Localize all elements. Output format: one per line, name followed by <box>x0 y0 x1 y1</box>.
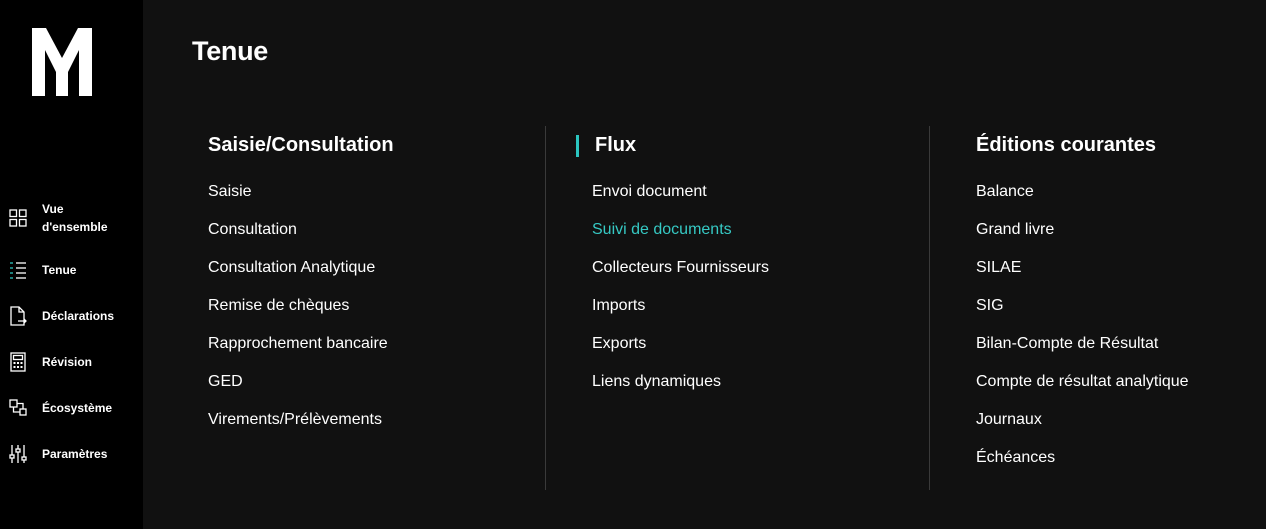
ecosystem-icon <box>8 398 28 418</box>
grid-icon <box>8 208 28 228</box>
menu-link-suivi-documents[interactable]: Suivi de documents <box>592 220 732 240</box>
sidebar-item-label: d'ensemble <box>42 220 108 234</box>
sidebar-item-label: Déclarations <box>42 309 115 323</box>
menu-link-imports[interactable]: Imports <box>592 296 645 316</box>
list-icon <box>8 260 28 280</box>
menu-link-journaux[interactable]: Journaux <box>976 410 1042 430</box>
sidebar-item-ecosysteme[interactable]: Écosystème <box>0 398 143 418</box>
sidebar-item-declarations[interactable]: Déclarations <box>0 306 143 326</box>
menu-link-echeances[interactable]: Échéances <box>976 448 1055 468</box>
column-divider <box>545 126 546 490</box>
sidebar-item-label: Vue <box>42 202 64 216</box>
menu-link-consultation[interactable]: Consultation <box>208 220 297 240</box>
menu-link-grand-livre[interactable]: Grand livre <box>976 220 1054 240</box>
column-heading: Flux <box>595 134 637 156</box>
m-logo-icon[interactable] <box>32 28 92 96</box>
sidebar-item-vue-ensemble[interactable]: Vue d'ensemble <box>0 200 143 236</box>
calculator-icon <box>8 352 28 372</box>
sidebar-item-label: Paramètres <box>42 447 108 461</box>
sidebar-item-revision[interactable]: Révision <box>0 352 143 372</box>
menu-link-balance[interactable]: Balance <box>976 182 1034 202</box>
menu-link-compte-resultat-analytique[interactable]: Compte de résultat analytique <box>976 372 1189 392</box>
menu-link-collecteurs-fournisseurs[interactable]: Collecteurs Fournisseurs <box>592 258 769 278</box>
menu-link-envoi-document[interactable]: Envoi document <box>592 182 707 202</box>
menu-link-consultation-analytique[interactable]: Consultation Analytique <box>208 258 375 278</box>
menu-link-virements-prelevements[interactable]: Virements/Prélèvements <box>208 410 382 430</box>
menu-link-exports[interactable]: Exports <box>592 334 646 354</box>
menu-link-saisie[interactable]: Saisie <box>208 182 252 202</box>
menu-link-remise-cheques[interactable]: Remise de chèques <box>208 296 349 316</box>
sidebar-item-label: Tenue <box>42 263 77 277</box>
document-arrow-icon <box>8 306 28 326</box>
menu-link-liens-dynamiques[interactable]: Liens dynamiques <box>592 372 721 392</box>
menu-link-sig[interactable]: SIG <box>976 296 1004 316</box>
menu-link-ged[interactable]: GED <box>208 372 243 392</box>
sidebar-item-label: Écosystème <box>42 401 113 415</box>
sidebar-item-parametres[interactable]: Paramètres <box>0 444 143 464</box>
active-column-indicator <box>576 135 579 157</box>
tenue-menu-overlay: Tenue Saisie/Consultation Saisie Consult… <box>143 0 1266 529</box>
menu-link-silae[interactable]: SILAE <box>976 258 1021 278</box>
menu-link-rapprochement-bancaire[interactable]: Rapprochement bancaire <box>208 334 388 354</box>
column-divider <box>929 126 930 490</box>
menu-link-bilan-compte-resultat[interactable]: Bilan-Compte de Résultat <box>976 334 1158 354</box>
sliders-icon <box>8 444 28 464</box>
column-heading: Saisie/Consultation <box>208 134 394 156</box>
sidebar-item-label: Révision <box>42 355 93 369</box>
menu-title: Tenue <box>192 36 269 66</box>
column-heading: Éditions courantes <box>976 134 1157 156</box>
sidebar: Vue d'ensemble Tenue Déclarations Révisi… <box>0 0 143 529</box>
sidebar-item-tenue[interactable]: Tenue <box>0 260 143 280</box>
